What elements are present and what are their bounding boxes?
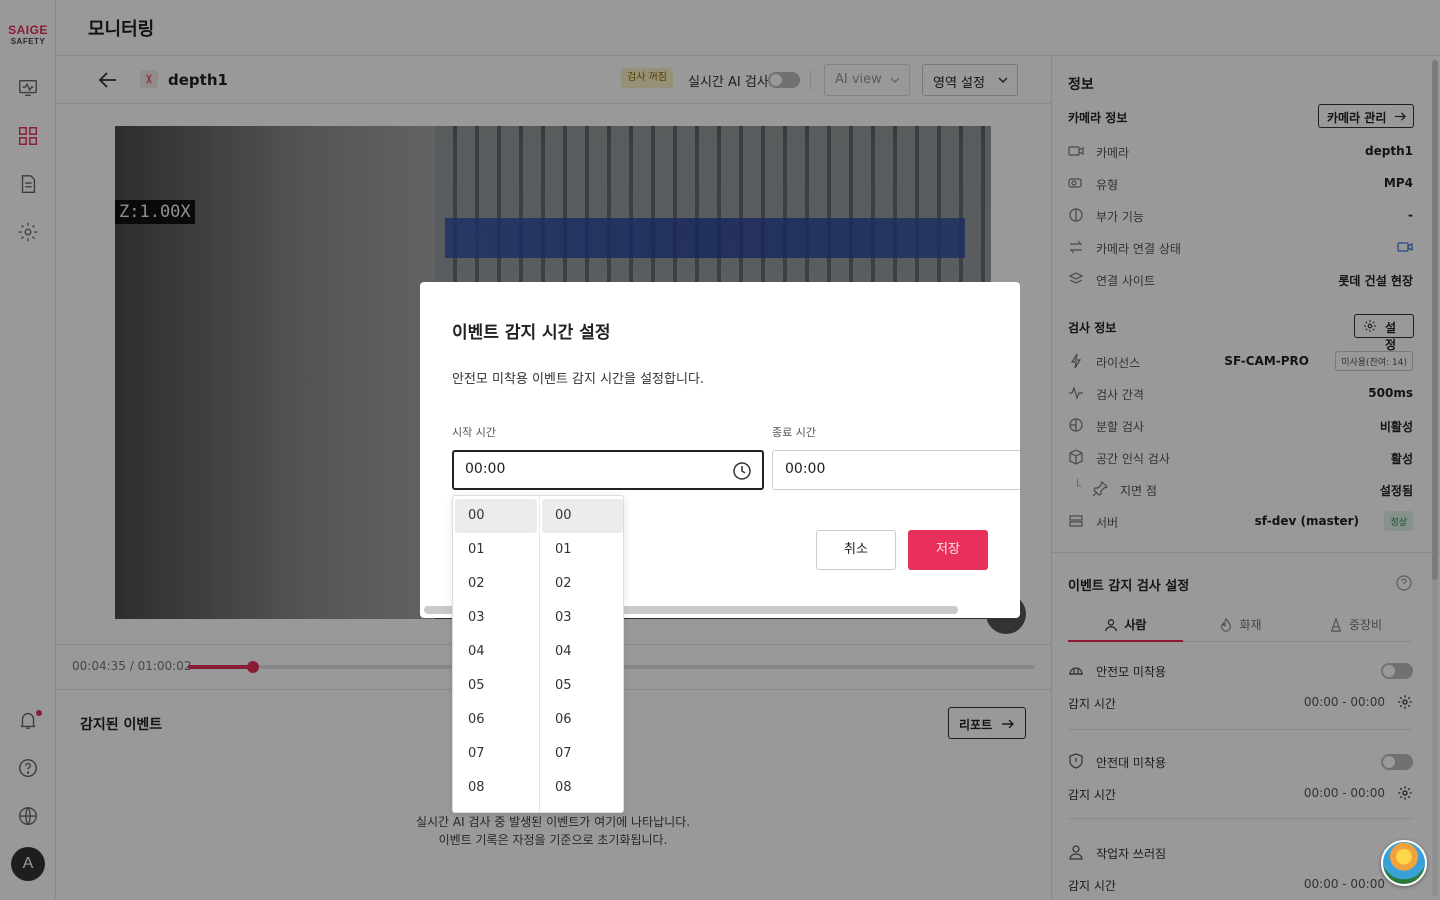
start-time-input[interactable]: 00:00: [452, 450, 764, 490]
minute-option[interactable]: 08: [542, 771, 623, 805]
end-time-label: 종료 시간: [772, 426, 816, 439]
minute-option[interactable]: 01: [542, 533, 623, 567]
floating-assistant-avatar[interactable]: [1381, 840, 1427, 886]
start-time-value: 00:00: [465, 461, 506, 477]
minute-option[interactable]: 07: [542, 737, 623, 771]
hour-option[interactable]: 08: [455, 771, 537, 805]
hour-option[interactable]: 02: [455, 567, 537, 601]
cancel-button[interactable]: 취소: [816, 530, 896, 570]
modal-description: 안전모 미착용 이벤트 감지 시간을 설정합니다.: [452, 372, 705, 387]
hour-option[interactable]: 06: [455, 703, 537, 737]
minute-option[interactable]: 03: [542, 601, 623, 635]
hour-option[interactable]: 03: [455, 601, 537, 635]
hour-option[interactable]: 01: [455, 533, 537, 567]
hour-option[interactable]: 04: [455, 635, 537, 669]
hour-option[interactable]: 00: [455, 499, 537, 533]
minute-option[interactable]: 05: [542, 669, 623, 703]
clock-icon[interactable]: [732, 461, 752, 481]
modal-title: 이벤트 감지 시간 설정: [452, 323, 611, 343]
end-time-value: 00:00: [785, 461, 826, 477]
hour-option[interactable]: 07: [455, 737, 537, 771]
start-time-label: 시작 시간: [452, 426, 496, 439]
hour-column[interactable]: 00 01 02 03 04 05 06 07 08: [453, 496, 539, 812]
end-time-input[interactable]: 00:00: [772, 450, 1020, 490]
minute-option[interactable]: 02: [542, 567, 623, 601]
save-button[interactable]: 저장: [908, 530, 988, 570]
hour-option[interactable]: 05: [455, 669, 537, 703]
minute-column[interactable]: 00 01 02 03 04 05 06 07 08: [539, 496, 623, 812]
minute-option[interactable]: 00: [542, 499, 623, 533]
minute-option[interactable]: 06: [542, 703, 623, 737]
minute-option[interactable]: 04: [542, 635, 623, 669]
time-picker-dropdown: 00 01 02 03 04 05 06 07 08 00 01 02 03 04 05 06 07 08: [452, 495, 624, 813]
